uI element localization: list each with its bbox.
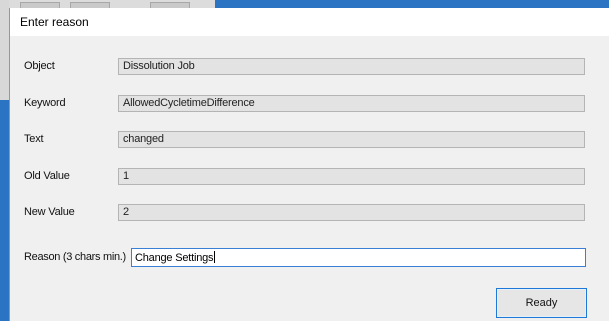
new-value-label: New Value [24, 206, 75, 218]
reason-label: Reason (3 chars min.) [24, 251, 126, 263]
text-label: Text [24, 133, 44, 145]
old-value-field[interactable]: 1 [118, 168, 585, 185]
old-value-label: Old Value [24, 170, 70, 182]
reason-input-text: Change Settings [135, 252, 214, 264]
keyword-label: Keyword [24, 97, 66, 109]
dialog-body: Object Dissolution Job Keyword AllowedCy… [10, 36, 609, 321]
object-label: Object [24, 60, 55, 72]
dialog-titlebar[interactable]: Enter reason [10, 8, 609, 36]
enter-reason-dialog: Enter reason Object Dissolution Job Keyw… [9, 8, 609, 321]
text-caret [214, 251, 216, 263]
dialog-title: Enter reason [20, 15, 89, 29]
object-field[interactable]: Dissolution Job [118, 58, 585, 75]
reason-input[interactable]: Change Settings [131, 248, 586, 267]
text-field[interactable]: changed [118, 131, 585, 148]
background-window-edge [0, 0, 9, 100]
ready-button[interactable]: Ready [496, 288, 587, 318]
keyword-field[interactable]: AllowedCycletimeDifference [118, 95, 585, 112]
new-value-field[interactable]: 2 [118, 204, 585, 221]
